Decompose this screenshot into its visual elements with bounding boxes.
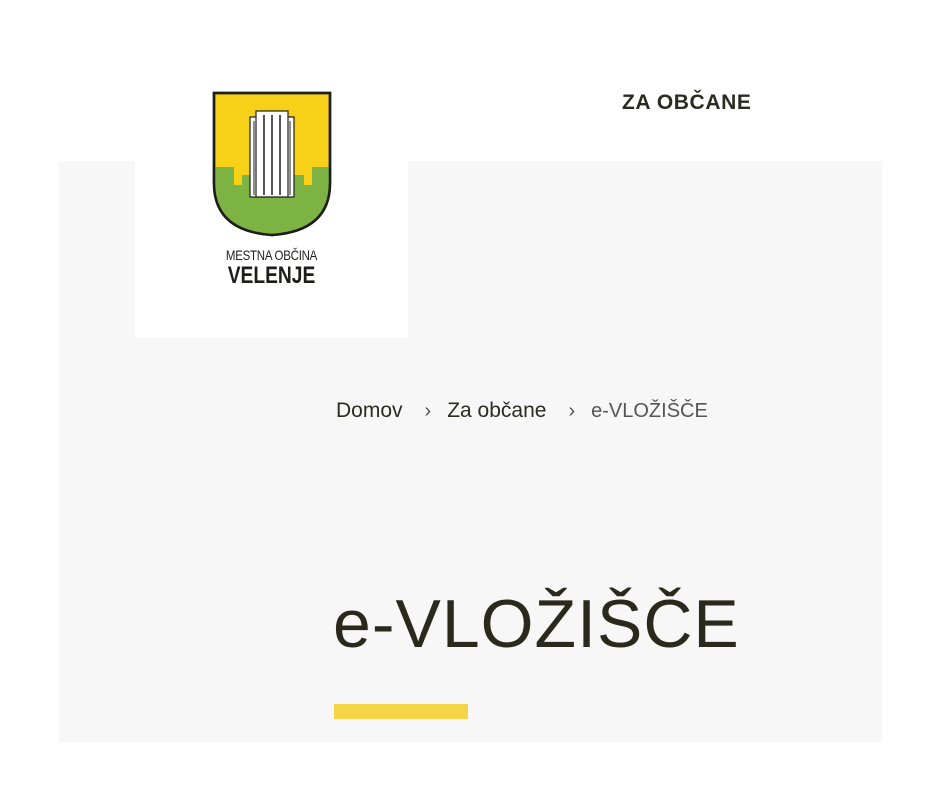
- breadcrumb-link-za-obcane[interactable]: Za občane: [447, 399, 546, 423]
- page: MESTNA OBČINA VELENJE ZA OBČANE Domov › …: [0, 0, 940, 788]
- site-logo-link[interactable]: MESTNA OBČINA VELENJE: [135, 70, 408, 338]
- breadcrumb: Domov › Za občane › e-VLOŽIŠČE: [336, 399, 708, 423]
- page-title: e-VLOŽIŠČE: [333, 586, 740, 662]
- breadcrumb-current: e-VLOŽIŠČE: [591, 399, 708, 422]
- breadcrumb-separator-icon: ›: [568, 399, 576, 422]
- logo-text-line1: MESTNA OBČINA: [225, 247, 318, 263]
- velenje-coat-of-arms-icon: [212, 91, 332, 237]
- breadcrumb-link-home[interactable]: Domov: [336, 399, 403, 423]
- title-accent-bar: [334, 704, 468, 719]
- breadcrumb-separator-icon: ›: [424, 399, 432, 422]
- logo-text-line2: VELENJE: [227, 262, 316, 289]
- nav-link-za-obcane[interactable]: ZA OBČANE: [622, 91, 751, 115]
